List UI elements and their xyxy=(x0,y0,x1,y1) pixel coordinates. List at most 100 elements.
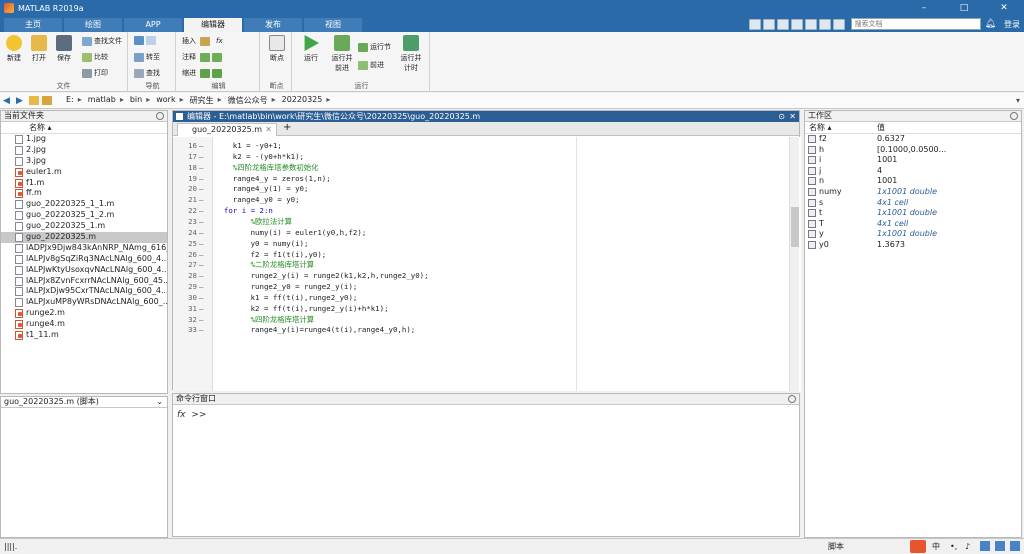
new-button[interactable]: 新建 xyxy=(3,32,25,63)
variable-row[interactable]: y0 1.3673 xyxy=(805,240,1021,251)
breadcrumb-separator-icon[interactable]: ▸ xyxy=(120,95,124,106)
breakpoints-button[interactable]: 断点 xyxy=(266,32,288,63)
line-marker[interactable]: — xyxy=(199,163,203,174)
line-marker[interactable]: — xyxy=(199,293,203,304)
variable-row[interactable]: numy 1x1001 double xyxy=(805,187,1021,198)
code-line[interactable]: 22— for i = 2:n xyxy=(173,206,793,217)
file-item[interactable]: ff.m xyxy=(1,188,167,199)
file-item[interactable]: lADPJx9Djw843kAnNRP_NAmg_616_... xyxy=(1,243,167,254)
command-menu-icon[interactable] xyxy=(788,395,796,403)
print-button[interactable]: 打印 xyxy=(82,68,108,78)
variable-row[interactable]: T 4x1 cell xyxy=(805,219,1021,230)
tab-0[interactable]: 主页 xyxy=(4,18,62,32)
search-input[interactable]: 搜索文档 xyxy=(850,18,981,30)
comment-button[interactable]: 注释 xyxy=(182,52,224,62)
line-marker[interactable]: — xyxy=(199,228,203,239)
file-item[interactable]: euler1.m xyxy=(1,167,167,178)
breadcrumb-item[interactable]: 20220325 xyxy=(282,95,323,106)
editor-scrollbar[interactable] xyxy=(789,137,799,391)
run-section-button[interactable]: 运行节 xyxy=(358,42,391,52)
breadcrumb-separator-icon[interactable]: ▸ xyxy=(272,95,276,106)
find-button[interactable]: 查找 xyxy=(134,68,160,78)
code-line[interactable]: 29— runge2_y0 = runge2_y(i); xyxy=(173,282,793,293)
code-line[interactable]: 18— %四阶龙格库塔参数初始化 xyxy=(173,163,793,174)
file-item[interactable]: lALPJxuMP8yWRsDNAcLNAlg_600_... xyxy=(1,297,167,308)
variable-row[interactable]: i 1001 xyxy=(805,155,1021,166)
variable-row[interactable]: y 1x1001 double xyxy=(805,229,1021,240)
run-advance-button[interactable]: 运行并前进 xyxy=(330,32,354,73)
file-item[interactable]: f1.m xyxy=(1,178,167,189)
folder-column-header[interactable]: 名称 ▴ xyxy=(1,122,167,134)
breadcrumb-separator-icon[interactable]: ▸ xyxy=(326,95,330,106)
file-item[interactable]: lALPJx8ZvnFcxrrNAcLNAlg_600_45... xyxy=(1,276,167,287)
insert-button[interactable]: 插入 fx xyxy=(182,36,223,46)
keyboard-icon[interactable] xyxy=(980,541,990,551)
line-marker[interactable]: — xyxy=(199,239,203,250)
line-marker[interactable]: — xyxy=(199,217,203,228)
line-marker[interactable]: — xyxy=(199,271,203,282)
panel-menu-icon[interactable] xyxy=(156,112,164,120)
compare-button[interactable]: 比较 xyxy=(82,52,108,62)
up-folder-icon[interactable] xyxy=(29,96,39,105)
undo-quick-icon[interactable] xyxy=(804,18,817,30)
tab-4[interactable]: 发布 xyxy=(244,18,302,32)
tab-1[interactable]: 绘图 xyxy=(64,18,122,32)
file-item[interactable]: lALPJwKtyUsoxqvNAcLNAlg_600_4... xyxy=(1,265,167,276)
help-quick-icon[interactable] xyxy=(832,18,845,30)
find-files-button[interactable]: 查找文件 xyxy=(82,36,122,46)
line-marker[interactable]: — xyxy=(199,315,203,326)
code-line[interactable]: 16— k1 = -y0+1; xyxy=(173,141,793,152)
file-item[interactable]: lALPJxDjw95CxrTNAcLNAlg_600_4... xyxy=(1,286,167,297)
line-marker[interactable]: — xyxy=(199,304,203,315)
variable-row[interactable]: s 4x1 cell xyxy=(805,198,1021,209)
variable-row[interactable]: t 1x1001 double xyxy=(805,208,1021,219)
line-marker[interactable]: — xyxy=(199,250,203,261)
breadcrumb-item[interactable]: work xyxy=(156,95,175,106)
open-button[interactable]: 打开 xyxy=(28,32,50,63)
code-line[interactable]: 28— runge2_y(i) = runge2(k1,k2,h,runge2_… xyxy=(173,271,793,282)
workspace-header[interactable]: 名称 ▴ 值 xyxy=(805,122,1021,134)
variable-row[interactable]: n 1001 xyxy=(805,176,1021,187)
code-line[interactable]: 21— range4_y0 = y0; xyxy=(173,195,793,206)
maximize-button[interactable]: □ xyxy=(944,0,984,16)
file-item[interactable]: guo_20220325_1.m xyxy=(1,221,167,232)
line-marker[interactable]: — xyxy=(199,152,203,163)
cut-quick-icon[interactable] xyxy=(762,18,775,30)
copy-quick-icon[interactable] xyxy=(776,18,789,30)
code-line[interactable]: 20— range4_y(1) = y0; xyxy=(173,184,793,195)
code-line[interactable]: 23— %欧拉法计算 xyxy=(173,217,793,228)
breadcrumb-item[interactable]: 研究生 xyxy=(190,95,214,106)
variable-row[interactable]: f2 0.6327 xyxy=(805,134,1021,145)
save-button[interactable]: 保存 xyxy=(53,32,75,63)
minimize-button[interactable]: – xyxy=(904,0,944,16)
forward-icon[interactable]: ▶ xyxy=(16,96,26,106)
line-marker[interactable]: — xyxy=(199,206,203,217)
breadcrumb-separator-icon[interactable]: ▸ xyxy=(78,95,82,106)
line-marker[interactable]: — xyxy=(199,195,203,206)
breadcrumb-separator-icon[interactable]: ▸ xyxy=(146,95,150,106)
chevron-down-icon[interactable]: ⌄ xyxy=(156,397,163,407)
file-item[interactable]: guo_20220325.m xyxy=(1,232,167,243)
goto-button[interactable]: 转至 xyxy=(134,52,160,62)
advance-button[interactable]: 前进 xyxy=(358,60,384,70)
run-button[interactable]: 运行 xyxy=(300,32,322,63)
browse-folder-icon[interactable] xyxy=(42,96,52,105)
back-icon[interactable]: ◀ xyxy=(3,96,13,106)
line-marker[interactable]: — xyxy=(199,141,203,152)
tab-3[interactable]: 编辑器 xyxy=(184,18,242,32)
code-line[interactable]: 17— k2 = -(y0+h*k1); xyxy=(173,152,793,163)
code-line[interactable]: 32— %四阶龙格库塔计算 xyxy=(173,315,793,326)
file-item[interactable]: guo_20220325_1_2.m xyxy=(1,210,167,221)
file-item[interactable]: lALPJv8gSqZiRq3NAcLNAlg_600_4... xyxy=(1,254,167,265)
code-line[interactable]: 26— f2 = f1(t(i),y0); xyxy=(173,250,793,261)
tab-5[interactable]: 视图 xyxy=(304,18,362,32)
editor-close-icon[interactable]: ✕ xyxy=(789,111,796,122)
code-area[interactable]: 16— k1 = -y0+1; 17— k2 = -(y0+h*k1); 18— %… xyxy=(173,137,801,391)
tab-2[interactable]: APP xyxy=(124,18,182,32)
breadcrumb-item[interactable]: matlab xyxy=(88,95,116,106)
breadcrumb-item[interactable]: E: xyxy=(66,95,74,106)
save-quick-icon[interactable] xyxy=(748,18,761,30)
variable-row[interactable]: j4 xyxy=(805,166,1021,177)
file-item[interactable]: 1.jpg xyxy=(1,134,167,145)
indent-button[interactable]: 缩进 xyxy=(182,68,224,78)
